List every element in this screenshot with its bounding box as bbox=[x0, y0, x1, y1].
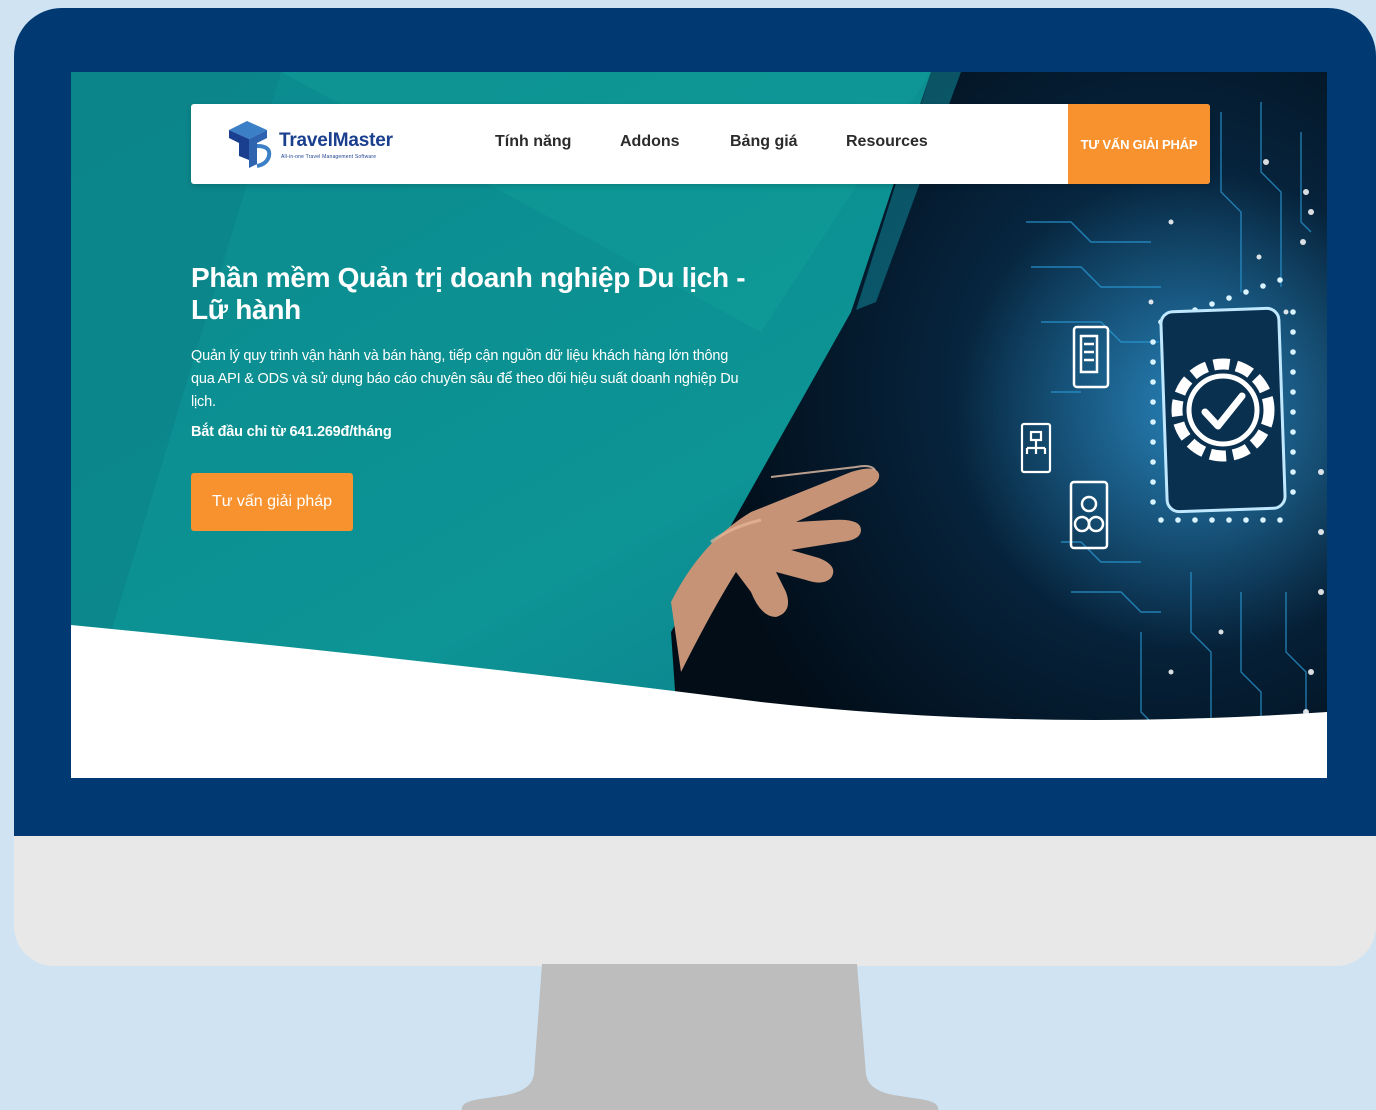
nav-item-addons[interactable]: Addons bbox=[620, 133, 680, 151]
nav-item-features[interactable]: Tính năng bbox=[495, 133, 571, 151]
monitor-stand bbox=[461, 964, 939, 1110]
hero-price: Bắt đầu chỉ từ 641.269đ/tháng bbox=[191, 424, 392, 440]
hero-consult-button[interactable]: Tư vấn giải pháp bbox=[191, 473, 353, 531]
monitor-chin bbox=[14, 836, 1376, 966]
hero-description: Quản lý quy trình vận hành và bán hàng, … bbox=[191, 348, 739, 410]
hero-title: Phần mềm Quản trị doanh nghiệp Du lịch -… bbox=[191, 262, 746, 325]
top-navbar: TravelMaster All-in-one Travel Managemen… bbox=[191, 104, 1210, 184]
brand-name: TravelMaster bbox=[279, 130, 393, 151]
travelmaster-logo-icon bbox=[229, 121, 272, 168]
brand-logo[interactable]: TravelMaster All-in-one Travel Managemen… bbox=[221, 116, 411, 172]
nav-item-resources[interactable]: Resources bbox=[846, 133, 928, 151]
brand-tagline: All-in-one Travel Management Software bbox=[281, 154, 377, 160]
browser-screen: TravelMaster All-in-one Travel Managemen… bbox=[71, 72, 1327, 778]
nav-item-pricing[interactable]: Bảng giá bbox=[730, 133, 798, 151]
nav-consult-button[interactable]: TƯ VẤN GIẢI PHÁP bbox=[1068, 104, 1210, 184]
